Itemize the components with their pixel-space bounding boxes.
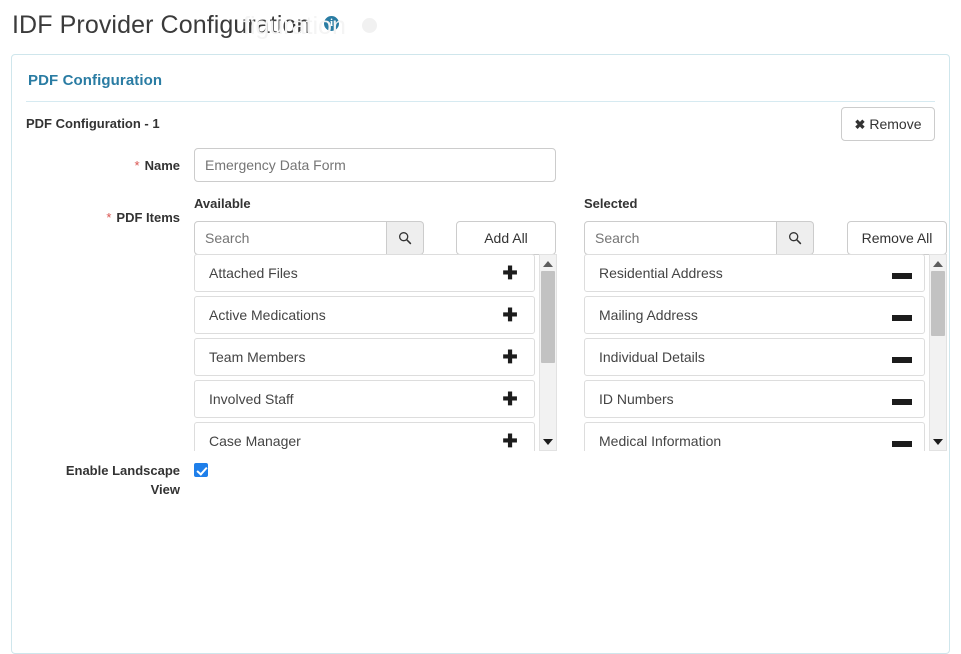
- required-marker: *: [134, 158, 140, 173]
- minus-icon[interactable]: ▬: [892, 389, 912, 409]
- scroll-down-arrow-icon[interactable]: [540, 433, 556, 450]
- available-search-row: Add All: [194, 221, 556, 255]
- page-title: IDF Provider Configuration: [12, 11, 311, 39]
- scroll-up-arrow-icon[interactable]: [540, 255, 556, 272]
- list-item[interactable]: Medical Information ▬: [584, 422, 925, 451]
- list-item[interactable]: Involved Staff ✚: [194, 380, 535, 418]
- landscape-label-line2: View: [150, 482, 180, 497]
- available-scrollbar-thumb[interactable]: [541, 271, 555, 363]
- available-pane: Available Add All Attached File: [194, 196, 557, 451]
- selected-search-button[interactable]: [777, 221, 814, 255]
- search-icon: [399, 232, 412, 245]
- remove-button[interactable]: ✖ Remove: [841, 107, 935, 141]
- list-item-label: Active Medications: [209, 307, 326, 323]
- plus-icon[interactable]: ✚: [502, 264, 518, 282]
- list-item[interactable]: Residential Address ▬: [584, 254, 925, 292]
- plus-icon[interactable]: ✚: [502, 390, 518, 408]
- config-header-row: PDF Configuration - 1 ✖ Remove: [12, 102, 949, 148]
- list-item-label: Team Members: [209, 349, 306, 365]
- list-item-label: Individual Details: [599, 349, 705, 365]
- page-header: IDF Provider Configuration i figuration …: [0, 0, 961, 48]
- selected-listbox: Residential Address ▬ Mailing Address ▬ …: [584, 254, 947, 451]
- info-icon[interactable]: i: [324, 15, 340, 31]
- info-icon-ghost: i: [361, 17, 377, 33]
- name-label: * Name: [20, 157, 180, 175]
- scroll-down-arrow-icon[interactable]: [930, 433, 946, 450]
- name-label-text: Name: [144, 158, 180, 173]
- selected-heading: Selected: [584, 196, 638, 211]
- available-search-input[interactable]: [194, 221, 387, 255]
- pdf-items-label: * PDF Items: [20, 209, 180, 227]
- minus-icon[interactable]: ▬: [892, 431, 912, 451]
- selected-search-input[interactable]: [584, 221, 777, 255]
- minus-icon[interactable]: ▬: [892, 305, 912, 325]
- remove-button-label: Remove: [869, 116, 922, 132]
- list-item[interactable]: Active Medications ✚: [194, 296, 535, 334]
- list-item-label: Case Manager: [209, 433, 301, 449]
- available-search-group: [194, 221, 424, 255]
- list-item-label: Mailing Address: [599, 307, 698, 323]
- selected-search-row: Remove All: [584, 221, 947, 255]
- available-list: Attached Files ✚ Active Medications ✚ Te…: [194, 254, 535, 451]
- list-item-label: Attached Files: [209, 265, 298, 281]
- list-item-label: Involved Staff: [209, 391, 294, 407]
- landscape-label: Enable Landscape View: [20, 461, 180, 499]
- plus-icon[interactable]: ✚: [502, 306, 518, 324]
- available-listbox: Attached Files ✚ Active Medications ✚ Te…: [194, 254, 557, 451]
- available-scrollbar[interactable]: [539, 254, 557, 451]
- selected-search-group: [584, 221, 814, 255]
- available-search-button[interactable]: [387, 221, 424, 255]
- name-input[interactable]: [194, 148, 556, 182]
- pdf-items-label-text: PDF Items: [116, 210, 180, 225]
- list-item-label: Medical Information: [599, 433, 722, 449]
- search-icon: [789, 232, 802, 245]
- list-item[interactable]: Mailing Address ▬: [584, 296, 925, 334]
- pdf-items-row: * PDF Items Available Add All: [12, 196, 949, 461]
- minus-icon[interactable]: ▬: [892, 347, 912, 367]
- selected-scrollbar-thumb[interactable]: [931, 271, 945, 336]
- card-title: PDF Configuration: [28, 72, 163, 89]
- required-marker: *: [106, 210, 112, 225]
- list-item[interactable]: Attached Files ✚: [194, 254, 535, 292]
- selected-pane: Selected Remove All Residential: [584, 196, 947, 451]
- remove-all-button[interactable]: Remove All: [847, 221, 947, 255]
- config-index-label: PDF Configuration - 1: [26, 116, 160, 131]
- close-x-icon: ✖: [854, 117, 866, 132]
- available-heading: Available: [194, 196, 251, 211]
- scroll-up-arrow-icon[interactable]: [930, 255, 946, 272]
- landscape-label-line1: Enable Landscape: [65, 463, 180, 478]
- plus-icon[interactable]: ✚: [502, 432, 518, 450]
- selected-list: Residential Address ▬ Mailing Address ▬ …: [584, 254, 925, 451]
- list-item[interactable]: ID Numbers ▬: [584, 380, 925, 418]
- plus-icon[interactable]: ✚: [502, 348, 518, 366]
- add-all-button[interactable]: Add All: [456, 221, 556, 255]
- enable-landscape-view-checkbox[interactable]: [194, 463, 208, 477]
- list-item-label: Residential Address: [599, 265, 723, 281]
- minus-icon[interactable]: ▬: [892, 263, 912, 283]
- name-field-row: * Name: [12, 148, 949, 196]
- landscape-row: Enable Landscape View: [12, 461, 949, 521]
- selected-scrollbar[interactable]: [929, 254, 947, 451]
- list-item-label: ID Numbers: [599, 391, 674, 407]
- pdf-configuration-card: PDF Configuration PDF Configuration - 1 …: [11, 54, 950, 654]
- list-item[interactable]: Individual Details ▬: [584, 338, 925, 376]
- list-item[interactable]: Team Members ✚: [194, 338, 535, 376]
- list-item[interactable]: Case Manager ✚: [194, 422, 535, 451]
